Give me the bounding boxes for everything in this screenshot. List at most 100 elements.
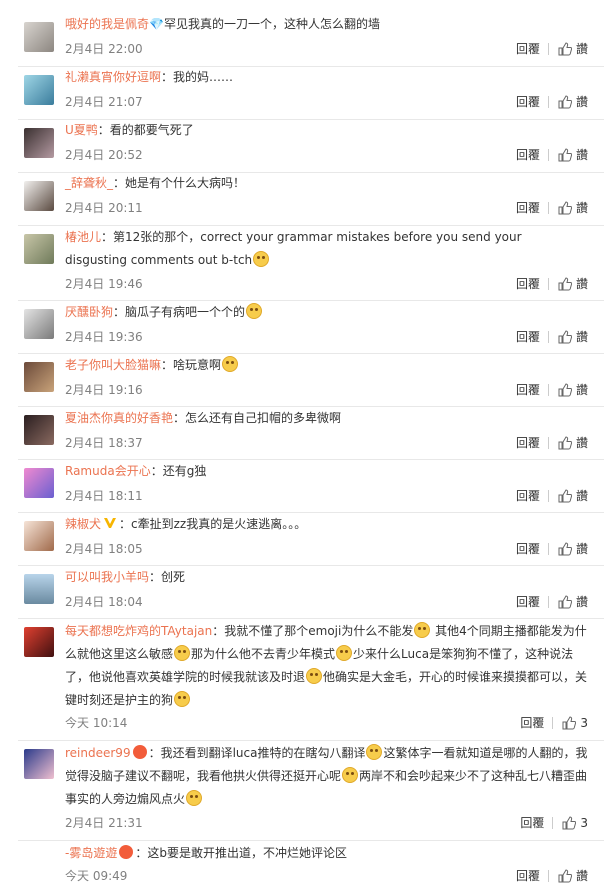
thumbs-up-icon — [558, 382, 572, 396]
timestamp: 2月4日 18:05 — [65, 542, 143, 556]
comment-text: ：脑瓜子有病吧一个个的 — [113, 305, 246, 319]
divider — [18, 618, 604, 619]
username-link[interactable]: Ramuda会开心 — [65, 464, 151, 478]
reply-button[interactable]: 回覆 — [516, 593, 540, 610]
username-link[interactable]: _辞聋秋_ — [65, 176, 113, 190]
reply-button[interactable]: 回覆 — [516, 328, 540, 345]
thumbs-up-icon — [558, 435, 572, 449]
comment-body: -雾岛遊遊 ：这b要是敢开推出道，不冲烂她评论区 — [65, 842, 592, 865]
like-label: 讚 — [575, 383, 588, 397]
comment-meta: 2月4日 22:00 回覆 讚 — [65, 40, 588, 58]
username-link[interactable]: 哦好的我是佩奇 — [65, 17, 149, 31]
comment-body: 可以叫我小羊吗：创死 — [65, 566, 592, 589]
like-button[interactable]: 讚 — [558, 381, 588, 398]
avatar[interactable] — [24, 415, 54, 445]
comment-text: ：第12张的那个，correct your grammar mistakes b… — [65, 230, 522, 267]
username-link[interactable]: -雾岛遊遊 — [65, 846, 117, 860]
reply-button[interactable]: 回覆 — [516, 275, 540, 292]
like-button[interactable]: 讚 — [558, 434, 588, 451]
avatar[interactable] — [24, 309, 54, 339]
like-label: 讚 — [575, 869, 588, 883]
comment-text-part: 那为什么他不去青少年模式 — [191, 647, 336, 661]
like-label: 讚 — [575, 595, 588, 609]
reply-button[interactable]: 回覆 — [516, 434, 540, 451]
timestamp: 2月4日 22:00 — [65, 42, 143, 56]
reply-button[interactable]: 回覆 — [516, 867, 540, 884]
reply-button[interactable]: 回覆 — [520, 714, 544, 731]
comment-text: ：c牽扯到zz我真的是火速逃离。。。 — [119, 517, 307, 531]
like-label: 讚 — [575, 330, 588, 344]
username-link[interactable]: 礼濑真宵你好逗啊 — [65, 70, 161, 84]
like-button[interactable]: 讚 — [558, 867, 588, 884]
emoji-icon — [186, 790, 203, 806]
divider — [547, 489, 549, 502]
avatar[interactable] — [24, 749, 54, 779]
avatar[interactable] — [24, 128, 54, 158]
comment-meta: 2月4日 19:16 回覆 讚 — [65, 381, 588, 399]
username-link[interactable]: 椿池儿 — [65, 230, 101, 244]
reply-button[interactable]: 回覆 — [516, 146, 540, 163]
username-link[interactable]: 老子你叫大脸猫嘛 — [65, 358, 161, 372]
reply-button[interactable]: 回覆 — [516, 487, 540, 504]
like-button[interactable]: 3 — [562, 816, 588, 830]
divider — [547, 436, 549, 449]
thumbs-up-icon — [558, 276, 572, 290]
avatar[interactable] — [24, 574, 54, 604]
emoji-icon — [336, 645, 353, 661]
reply-button[interactable]: 回覆 — [520, 814, 544, 831]
comment-text: ：啥玩意啊 — [161, 358, 222, 372]
comment-body: 夏油杰你真的好香艳：怎么还有自己扣帽的多卑微啊 — [65, 407, 592, 430]
comment-meta: 2月4日 18:37 回覆 讚 — [65, 434, 588, 452]
like-button[interactable]: 讚 — [558, 199, 588, 216]
emoji-icon — [342, 767, 359, 783]
timestamp: 今天 10:14 — [65, 716, 128, 730]
comment-body: Ramuda会开心：还有g独 — [65, 460, 592, 483]
avatar[interactable] — [24, 521, 54, 551]
like-button[interactable]: 讚 — [558, 593, 588, 610]
thumbs-up-icon — [558, 200, 572, 214]
like-label: 讚 — [575, 277, 588, 291]
like-button[interactable]: 讚 — [558, 328, 588, 345]
username-link[interactable]: 每天都想吃炸鸡的TAytajan — [65, 624, 212, 638]
comment-meta: 2月4日 20:52 回覆 讚 — [65, 146, 588, 164]
avatar[interactable] — [24, 75, 54, 105]
reply-button[interactable]: 回覆 — [516, 381, 540, 398]
like-button[interactable]: 讚 — [558, 40, 588, 57]
reply-button[interactable]: 回覆 — [516, 199, 540, 216]
username-link[interactable]: reindeer99 — [65, 746, 131, 760]
avatar[interactable] — [24, 181, 54, 211]
like-button[interactable]: 讚 — [558, 146, 588, 163]
like-button[interactable]: 讚 — [558, 93, 588, 110]
avatar[interactable] — [24, 234, 54, 264]
timestamp: 2月4日 19:46 — [65, 277, 143, 291]
username-link[interactable]: 辣椒犬 — [65, 517, 101, 531]
like-button[interactable]: 3 — [562, 716, 588, 730]
comment-text: ：还有g独 — [150, 464, 207, 478]
like-button[interactable]: 讚 — [558, 487, 588, 504]
timestamp: 2月4日 20:52 — [65, 148, 143, 162]
avatar[interactable] — [24, 468, 54, 498]
v-badge-icon — [104, 518, 117, 528]
comment-body: reindeer99 ：我还看到翻译luca推特的在瞎勾八翻译 这繁体字一看就知道是… — [65, 742, 594, 811]
avatar[interactable] — [24, 22, 54, 52]
reply-button[interactable]: 回覆 — [516, 40, 540, 57]
avatar[interactable] — [24, 627, 54, 657]
avatar[interactable] — [24, 362, 54, 392]
v-badge-icon — [132, 745, 147, 759]
comment-meta: 2月4日 20:11 回覆 讚 — [65, 199, 588, 217]
timestamp: 2月4日 19:16 — [65, 383, 143, 397]
like-button[interactable]: 讚 — [558, 540, 588, 557]
emoji-icon — [174, 645, 191, 661]
username-link[interactable]: 厌醺卧狗 — [65, 305, 113, 319]
username-link[interactable]: 可以叫我小羊吗 — [65, 570, 149, 584]
username-link[interactable]: U夏鸭 — [65, 123, 98, 137]
comment-text: ：她是有个什么大病吗！ — [113, 176, 246, 190]
reply-button[interactable]: 回覆 — [516, 540, 540, 557]
divider — [547, 542, 549, 555]
username-link[interactable]: 夏油杰你真的好香艳 — [65, 411, 173, 425]
comment-meta: 2月4日 21:31 回覆 3 — [65, 814, 588, 832]
reply-button[interactable]: 回覆 — [516, 93, 540, 110]
like-button[interactable]: 讚 — [558, 275, 588, 292]
comment-body: 每天都想吃炸鸡的TAytajan：我就不懂了那个emoji为什么不能发 其他4个… — [65, 620, 594, 712]
emoji-icon — [366, 744, 383, 760]
